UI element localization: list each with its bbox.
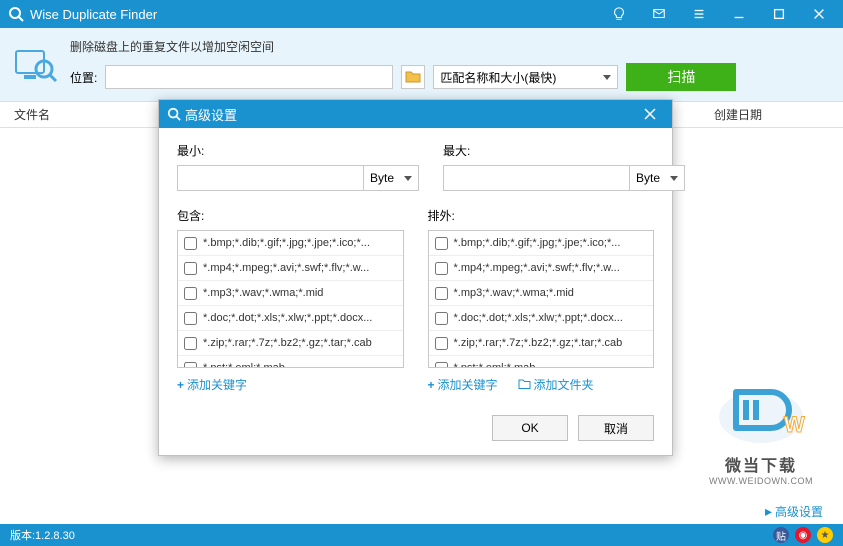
exclude-label: 排外: <box>428 207 655 224</box>
version-text: 版本:1.2.8.30 <box>10 527 773 543</box>
share-qzone-icon[interactable]: ★ <box>817 527 833 543</box>
dialog-title: 高级设置 <box>185 105 632 124</box>
location-input[interactable] <box>105 65 393 89</box>
filter-checkbox[interactable] <box>435 337 448 350</box>
filter-item[interactable]: *.bmp;*.dib;*.gif;*.jpg;*.jpe;*.ico;*... <box>429 231 654 256</box>
filter-item[interactable]: *.pst;*.eml;*.mab <box>178 356 403 368</box>
feedback-icon[interactable] <box>639 0 679 28</box>
match-mode-select[interactable]: 匹配名称和大小(最快) <box>433 65 618 89</box>
filter-checkbox[interactable] <box>435 362 448 369</box>
filter-item[interactable]: *.zip;*.rar;*.7z;*.bz2;*.gz;*.tar;*.cab <box>178 331 403 356</box>
filter-item[interactable]: *.mp3;*.wav;*.wma;*.mid <box>178 281 403 306</box>
folder-icon <box>405 70 421 84</box>
toolbar: 删除磁盘上的重复文件以增加空闲空间 位置: 匹配名称和大小(最快) 扫描 <box>0 28 843 102</box>
chevron-down-icon <box>404 176 412 181</box>
filter-checkbox[interactable] <box>184 237 197 250</box>
share-weibo-icon[interactable]: ◉ <box>795 527 811 543</box>
dialog-titlebar: 高级设置 <box>159 100 672 128</box>
cancel-button[interactable]: 取消 <box>578 415 654 441</box>
browse-folder-button[interactable] <box>401 65 425 89</box>
statusbar: 版本:1.2.8.30 贴 ◉ ★ <box>0 524 843 546</box>
close-icon <box>644 108 656 120</box>
folder-icon <box>518 379 531 390</box>
advanced-settings-link[interactable]: ▸高级设置 <box>765 503 823 520</box>
filter-item[interactable]: *.mp4;*.mpeg;*.avi;*.swf;*.flv;*.w... <box>429 256 654 281</box>
filter-item[interactable]: *.doc;*.dot;*.xls;*.xlw;*.ppt;*.docx... <box>178 306 403 331</box>
exclude-add-folder-link[interactable]: 添加文件夹 <box>518 376 594 393</box>
window-titlebar: Wise Duplicate Finder <box>0 0 843 28</box>
minimize-button[interactable] <box>719 0 759 28</box>
min-size-input[interactable] <box>177 165 363 191</box>
match-mode-value: 匹配名称和大小(最快) <box>440 69 556 86</box>
filter-checkbox[interactable] <box>184 362 197 369</box>
max-size-input[interactable] <box>443 165 629 191</box>
menu-icon[interactable] <box>679 0 719 28</box>
filter-item[interactable]: *.bmp;*.dib;*.gif;*.jpg;*.jpe;*.ico;*... <box>178 231 403 256</box>
exclude-add-keyword-link[interactable]: +添加关键字 <box>428 376 498 393</box>
dialog-close-button[interactable] <box>632 100 668 128</box>
maximize-button[interactable] <box>759 0 799 28</box>
filter-item[interactable]: *.mp4;*.mpeg;*.avi;*.swf;*.flv;*.w... <box>178 256 403 281</box>
filter-item[interactable]: *.zip;*.rar;*.7z;*.bz2;*.gz;*.tar;*.cab <box>429 331 654 356</box>
exclude-list[interactable]: *.bmp;*.dib;*.gif;*.jpg;*.jpe;*.ico;*...… <box>428 230 655 368</box>
close-button[interactable] <box>799 0 839 28</box>
filter-checkbox[interactable] <box>435 287 448 300</box>
dialog-logo-icon <box>167 107 181 121</box>
filter-checkbox[interactable] <box>184 262 197 275</box>
filter-checkbox[interactable] <box>184 287 197 300</box>
tips-icon[interactable] <box>599 0 639 28</box>
toolbar-description: 删除磁盘上的重复文件以增加空闲空间 <box>70 38 829 55</box>
window-title: Wise Duplicate Finder <box>30 7 599 22</box>
advanced-settings-dialog: 高级设置 最小: Byte 最大: Byte 包 <box>158 99 673 456</box>
chevron-down-icon <box>670 176 678 181</box>
scan-hero-icon <box>14 45 58 85</box>
filter-item[interactable]: *.mp3;*.wav;*.wma;*.mid <box>429 281 654 306</box>
scan-button[interactable]: 扫描 <box>626 63 736 91</box>
filter-checkbox[interactable] <box>435 262 448 275</box>
min-size-label: 最小: <box>177 142 419 159</box>
filter-checkbox[interactable] <box>435 237 448 250</box>
share-tieba-icon[interactable]: 贴 <box>773 527 789 543</box>
filter-item[interactable]: *.doc;*.dot;*.xls;*.xlw;*.ppt;*.docx... <box>429 306 654 331</box>
filter-checkbox[interactable] <box>435 312 448 325</box>
include-list[interactable]: *.bmp;*.dib;*.gif;*.jpg;*.jpe;*.ico;*...… <box>177 230 404 368</box>
min-unit-select[interactable]: Byte <box>363 165 419 191</box>
include-add-keyword-link[interactable]: +添加关键字 <box>177 376 247 393</box>
filter-checkbox[interactable] <box>184 337 197 350</box>
ok-button[interactable]: OK <box>492 415 568 441</box>
max-size-label: 最大: <box>443 142 685 159</box>
filter-item[interactable]: *.pst;*.eml;*.mab <box>429 356 654 368</box>
location-label: 位置: <box>70 69 97 86</box>
filter-checkbox[interactable] <box>184 312 197 325</box>
include-label: 包含: <box>177 207 404 224</box>
max-unit-select[interactable]: Byte <box>629 165 685 191</box>
app-logo-icon <box>8 6 24 22</box>
chevron-down-icon <box>603 75 611 80</box>
